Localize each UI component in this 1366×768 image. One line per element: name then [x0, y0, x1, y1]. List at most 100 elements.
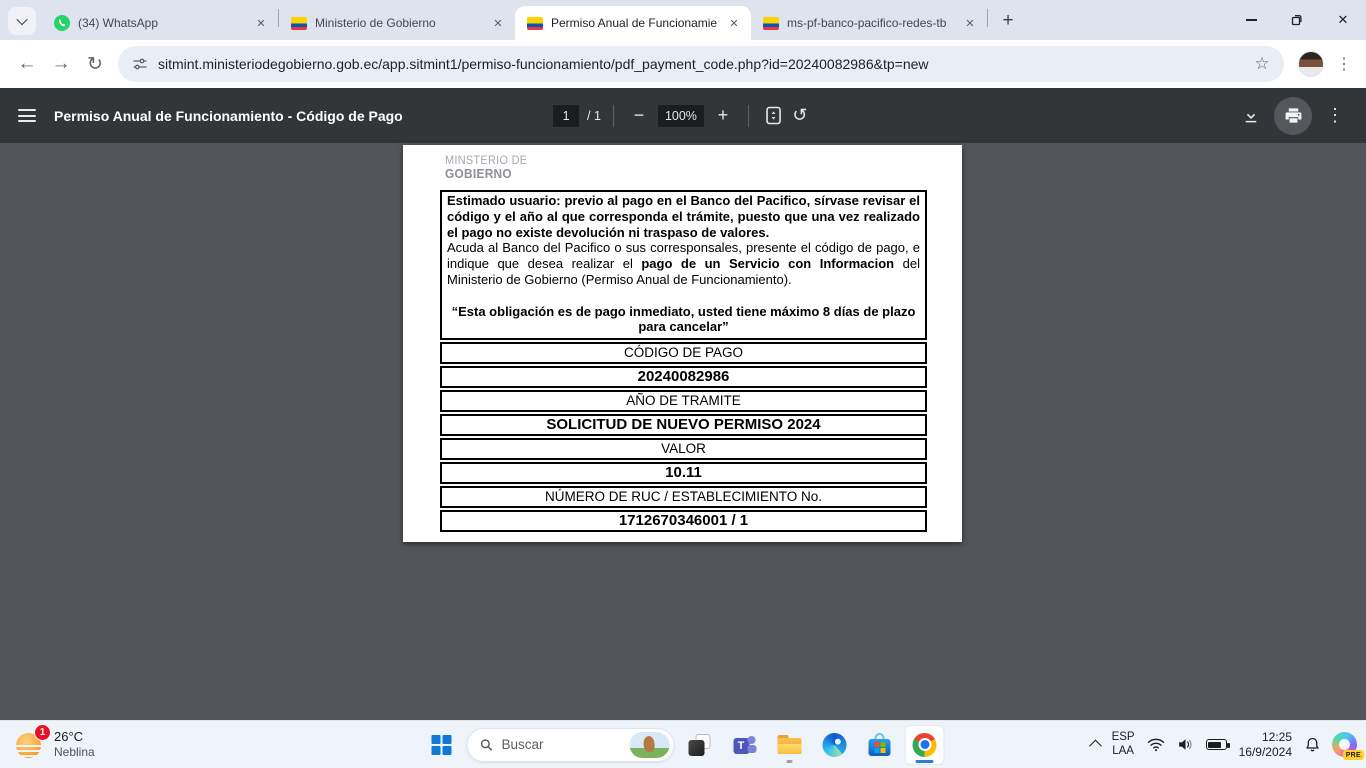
table-row-valor-value: 10.11	[440, 462, 927, 484]
minimize-button[interactable]	[1228, 0, 1274, 40]
whatsapp-icon	[54, 15, 70, 31]
tab-permiso-active[interactable]: Permiso Anual de Funcionamie ✕	[515, 6, 751, 40]
battery-button[interactable]	[1200, 725, 1233, 765]
notification-badge: 1	[34, 724, 51, 741]
bookmark-star-icon[interactable]: ☆	[1248, 50, 1276, 78]
pdf-menu-icon[interactable]	[18, 109, 36, 122]
file-explorer-button[interactable]	[770, 725, 810, 765]
print-button[interactable]	[1274, 97, 1312, 135]
close-icon[interactable]: ✕	[725, 14, 743, 32]
toolbar-divider	[748, 105, 749, 127]
profile-avatar[interactable]	[1298, 51, 1324, 77]
windows-logo-icon	[432, 735, 452, 755]
condition-label: Neblina	[54, 745, 95, 760]
logo-line-1: MINSTERIO DE	[445, 155, 527, 167]
reload-button[interactable]: ↻	[78, 47, 112, 81]
zoom-out-button[interactable]: −	[626, 103, 652, 129]
print-icon	[1284, 106, 1303, 125]
url-omnibox[interactable]: sitmint.ministeriodegobierno.gob.ec/app.…	[118, 46, 1284, 82]
store-button[interactable]	[860, 725, 900, 765]
address-bar-row: ← → ↻ sitmint.ministeriodegobierno.gob.e…	[0, 40, 1366, 88]
forward-button[interactable]: →	[44, 47, 78, 81]
teams-icon: T	[733, 734, 756, 756]
back-button[interactable]: ←	[10, 47, 44, 81]
tab-label: Permiso Anual de Funcionamie	[551, 16, 717, 30]
pdf-toolbar: Permiso Anual de Funcionamiento - Código…	[0, 88, 1366, 143]
minimize-icon	[1246, 19, 1257, 21]
notice-box: Estimado usuario: previo al pago en el B…	[440, 190, 927, 340]
table-row-codigo-label: CÓDIGO DE PAGO	[440, 342, 927, 364]
chrome-button-active[interactable]	[905, 725, 945, 765]
tab-label: (34) WhatsApp	[78, 16, 244, 30]
download-button[interactable]	[1238, 103, 1264, 129]
tab-label: ms-pf-banco-pacifico-redes-tb	[787, 16, 953, 30]
table-row-anio-label: AÑO DE TRAMITE	[440, 390, 927, 412]
restore-icon	[1291, 14, 1303, 26]
tab-whatsapp[interactable]: (34) WhatsApp ✕	[42, 6, 278, 40]
speaker-icon	[1177, 737, 1194, 752]
language-switcher[interactable]: ESP LAA	[1106, 725, 1141, 765]
pdf-action-buttons: ⋮	[1238, 97, 1348, 135]
chrome-icon	[913, 733, 937, 757]
zoom-level-input[interactable]: 100%	[658, 105, 704, 127]
language-line-2: LAA	[1112, 745, 1134, 759]
toolbar-divider	[613, 105, 614, 127]
hidden-icons-button[interactable]	[1085, 725, 1106, 765]
pdf-more-options-icon[interactable]: ⋮	[1322, 103, 1348, 129]
page-number-input[interactable]: 1	[553, 105, 579, 127]
zoom-in-button[interactable]: +	[710, 103, 736, 129]
start-button[interactable]	[422, 725, 462, 765]
body-bold-text: pago de un Servicio con Informacion	[641, 256, 894, 271]
volume-button[interactable]	[1171, 725, 1200, 765]
blank-line	[447, 288, 920, 304]
edge-icon	[823, 733, 847, 757]
language-line-1: ESP	[1112, 731, 1135, 745]
bell-icon	[1304, 736, 1321, 753]
tab-banco-pacifico[interactable]: ms-pf-banco-pacifico-redes-tb ✕	[751, 6, 987, 40]
tab-label: Ministerio de Gobierno	[315, 16, 481, 30]
logo-line-2: GOBIERNO	[445, 167, 527, 181]
chevron-down-icon	[16, 14, 27, 25]
clock-calendar[interactable]: 12:25 16/9/2024	[1233, 725, 1298, 765]
taskbar-search-box[interactable]: Buscar	[467, 728, 675, 762]
table-row-ruc-label: NÚMERO DE RUC / ESTABLECIMIENTO No.	[440, 486, 927, 508]
weather-widget[interactable]: 1 26°C Neblina	[6, 721, 103, 768]
close-icon[interactable]: ✕	[961, 14, 979, 32]
teams-button[interactable]: T	[725, 725, 765, 765]
wifi-button[interactable]	[1141, 725, 1171, 765]
chevron-up-icon	[1089, 740, 1102, 753]
new-tab-button[interactable]: +	[994, 7, 1022, 35]
body-paragraph: Acuda al Banco del Pacifico o sus corres…	[447, 240, 920, 287]
restore-button[interactable]	[1274, 0, 1320, 40]
close-icon[interactable]: ✕	[489, 14, 507, 32]
clock-date: 16/9/2024	[1239, 745, 1292, 760]
weather-text: 26°C Neblina	[54, 729, 95, 760]
download-icon	[1242, 107, 1260, 125]
ecuador-flag-icon	[527, 17, 543, 30]
browser-menu-icon[interactable]: ⋮	[1332, 54, 1356, 74]
task-view-icon	[689, 734, 711, 756]
notifications-button[interactable]	[1298, 725, 1327, 765]
datetime: 12:25 16/9/2024	[1239, 730, 1292, 760]
folder-icon	[778, 735, 802, 754]
language-label: ESP LAA	[1112, 731, 1135, 758]
search-placeholder: Buscar	[502, 737, 622, 752]
tab-search-button[interactable]	[8, 7, 36, 35]
task-view-button[interactable]	[680, 725, 720, 765]
ecuador-flag-icon	[763, 17, 779, 30]
notice-bold-text: Estimado usuario: previo al pago en el B…	[447, 193, 920, 240]
fit-to-page-button[interactable]	[761, 103, 787, 129]
search-daily-image[interactable]	[630, 732, 670, 758]
tab-strip: (34) WhatsApp ✕ Ministerio de Gobierno ✕…	[0, 0, 1366, 40]
weather-fog-icon: 1	[14, 730, 44, 760]
search-icon	[480, 738, 494, 752]
taskbar-center: Buscar T	[422, 721, 945, 768]
close-icon[interactable]: ✕	[252, 14, 270, 32]
rotate-button[interactable]: ↺	[787, 103, 813, 129]
table-row-valor-label: VALOR	[440, 438, 927, 460]
edge-button[interactable]	[815, 725, 855, 765]
tab-ministerio[interactable]: Ministerio de Gobierno ✕	[279, 6, 515, 40]
deadline-notice: “Esta obligación es de pago inmediato, u…	[447, 304, 920, 336]
close-window-button[interactable]: ✕	[1320, 0, 1366, 40]
copilot-button[interactable]: PRE	[1332, 732, 1357, 757]
